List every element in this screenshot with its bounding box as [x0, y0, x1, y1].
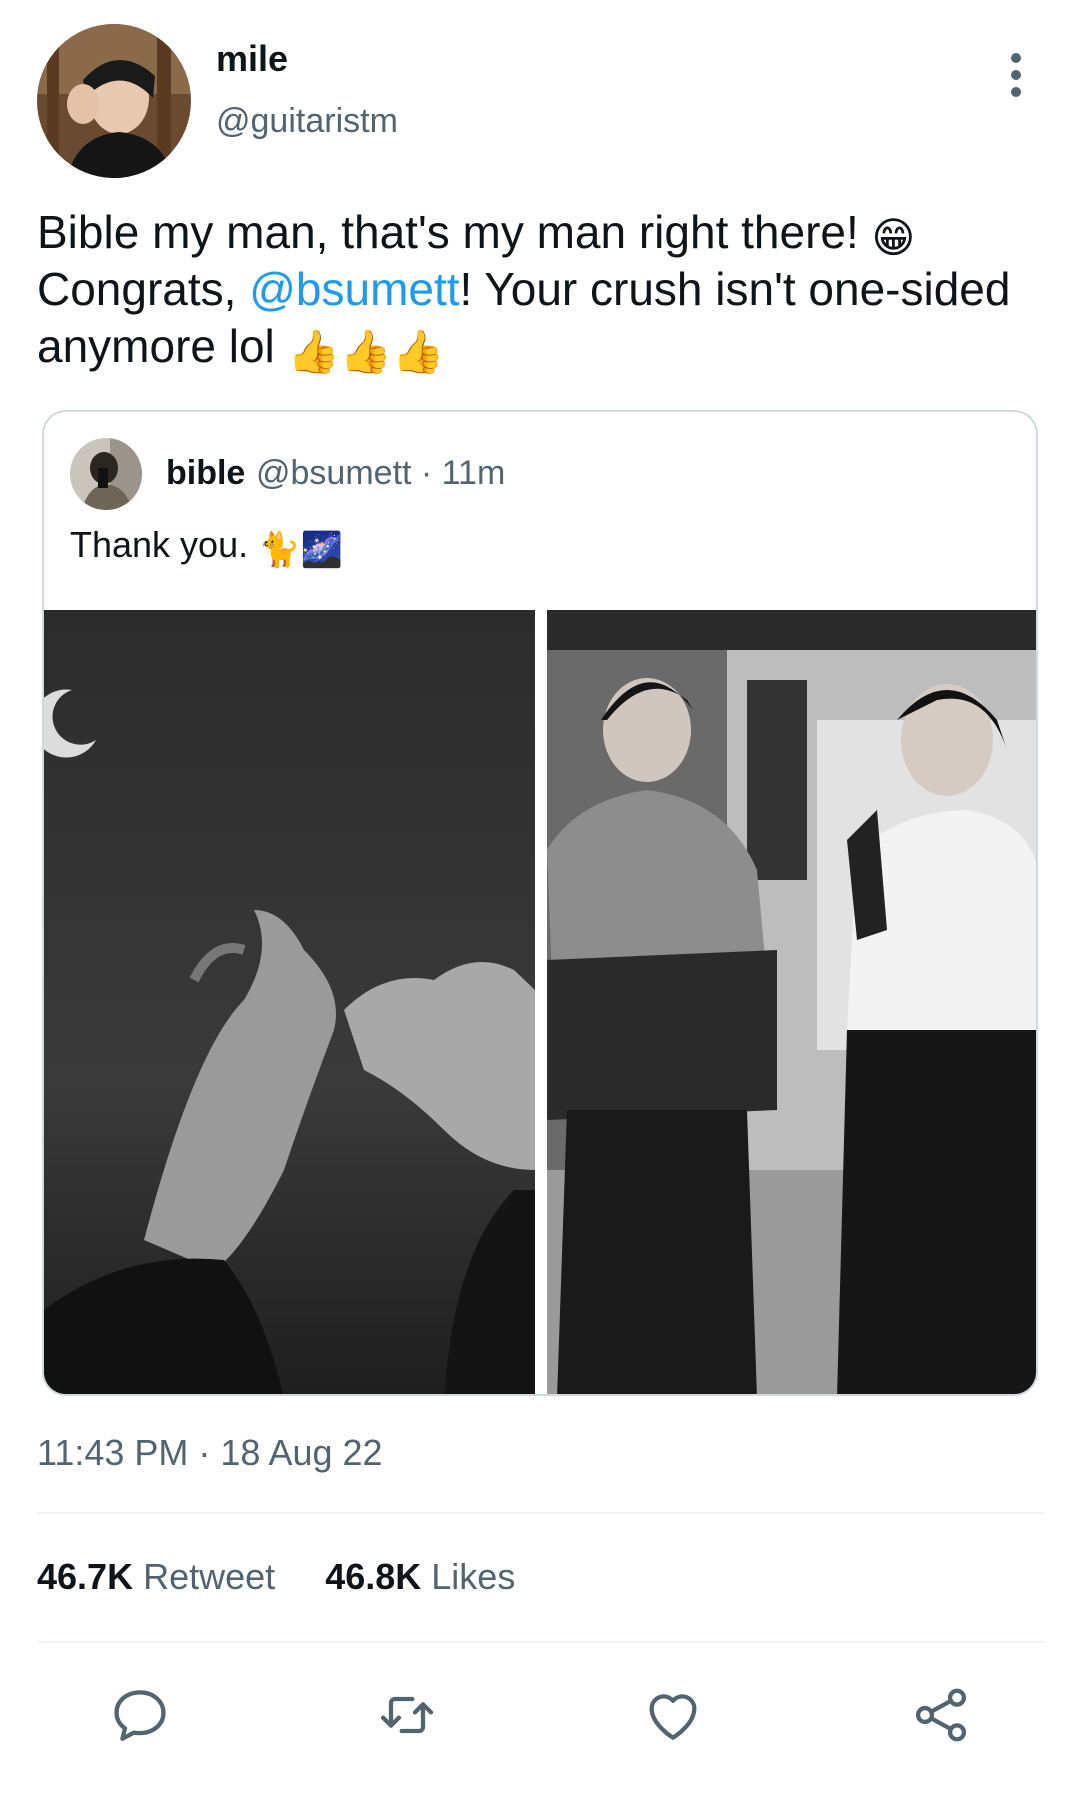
retweet-stat[interactable]: 46.7K Retweet: [37, 1556, 275, 1597]
heart-icon[interactable]: [638, 1680, 708, 1750]
share-icon[interactable]: [906, 1680, 976, 1750]
likes-label: Likes: [431, 1556, 516, 1597]
quoted-author-handle-time: @bsumett · 11m: [256, 454, 506, 492]
likes-stat[interactable]: 46.8K Likes: [325, 1556, 515, 1597]
quoted-author-name: bible: [166, 454, 246, 492]
quoted-tweet[interactable]: bible @bsumett · 11m Thank you. 🐈🌌: [42, 410, 1038, 1396]
author-handle[interactable]: @guitaristm: [216, 102, 398, 141]
grin-emoji: 😁: [871, 214, 916, 261]
quoted-photo-left[interactable]: [44, 610, 535, 1394]
mention-link[interactable]: @bsumett: [249, 263, 459, 315]
tweet-timestamp: 11:43 PM · 18 Aug 22: [37, 1432, 383, 1473]
likes-count: 46.8K: [325, 1556, 422, 1597]
quoted-text: Thank you.: [70, 524, 259, 565]
author-avatar[interactable]: [37, 24, 191, 178]
tweet-text: Bible my man, that's my man right there!…: [37, 204, 1037, 375]
retweet-icon[interactable]: [372, 1680, 442, 1750]
cat-galaxy-emoji: 🐈🌌: [258, 531, 343, 569]
retweet-count: 46.7K: [37, 1556, 134, 1597]
divider: [37, 1641, 1044, 1643]
more-vertical-icon[interactable]: [996, 50, 1036, 100]
reply-icon[interactable]: [105, 1680, 175, 1750]
thumbs-up-emoji: 👍👍👍: [287, 328, 445, 375]
tweet-text-part: Bible my man, that's my man right there!: [37, 206, 872, 258]
quoted-photo-right[interactable]: [547, 610, 1036, 1394]
divider: [37, 1512, 1044, 1514]
quoted-tweet-text: Thank you. 🐈🌌: [70, 524, 343, 567]
retweet-label: Retweet: [143, 1556, 276, 1597]
tweet-text-part: Congrats,: [37, 263, 250, 315]
engagement-stats: 46.7K Retweet 46.8K Likes: [37, 1556, 515, 1598]
author-display-name[interactable]: mile: [216, 38, 288, 80]
quoted-author-avatar: [70, 438, 142, 510]
